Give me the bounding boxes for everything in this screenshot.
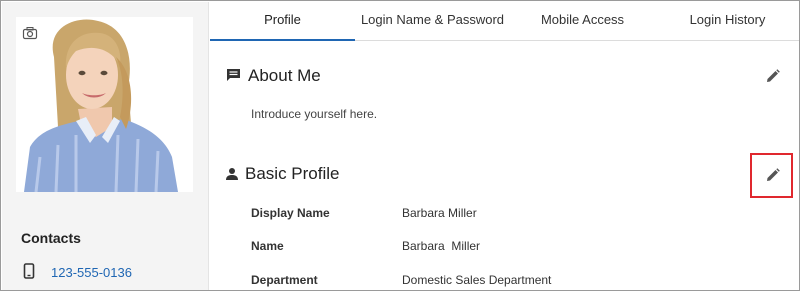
profile-sidebar: Contacts 123-555-0136 [2,2,209,290]
camera-icon[interactable] [22,26,38,40]
tab-login-name-password[interactable]: Login Name & Password [355,2,510,41]
profile-tabs: Profile Login Name & Password Mobile Acc… [210,2,799,41]
field-value-department: Domestic Sales Department [402,273,552,287]
field-label-display-name: Display Name [251,206,330,220]
contacts-heading: Contacts [21,230,81,246]
phone-icon [23,263,35,279]
tab-mobile-access[interactable]: Mobile Access [510,2,655,41]
field-value-display-name: Barbara Miller [402,206,477,220]
tab-login-history[interactable]: Login History [655,2,799,41]
phone-number-link[interactable]: 123-555-0136 [51,265,132,280]
about-me-title: About Me [248,66,321,85]
avatar [16,17,193,192]
profile-window: Contacts 123-555-0136 Profile Login Name… [0,0,800,291]
person-icon [226,167,238,185]
profile-photo[interactable] [16,17,193,192]
basic-profile-title: Basic Profile [245,164,340,183]
tab-profile[interactable]: Profile [210,2,355,41]
about-me-text: Introduce yourself here. [251,107,378,121]
edit-about-pencil-icon[interactable] [766,69,780,83]
field-value-name: Barbara Miller [402,239,481,253]
field-label-department: Department [251,273,318,287]
comment-icon [226,68,241,87]
field-label-name: Name [251,239,284,253]
highlight-box [750,153,793,198]
